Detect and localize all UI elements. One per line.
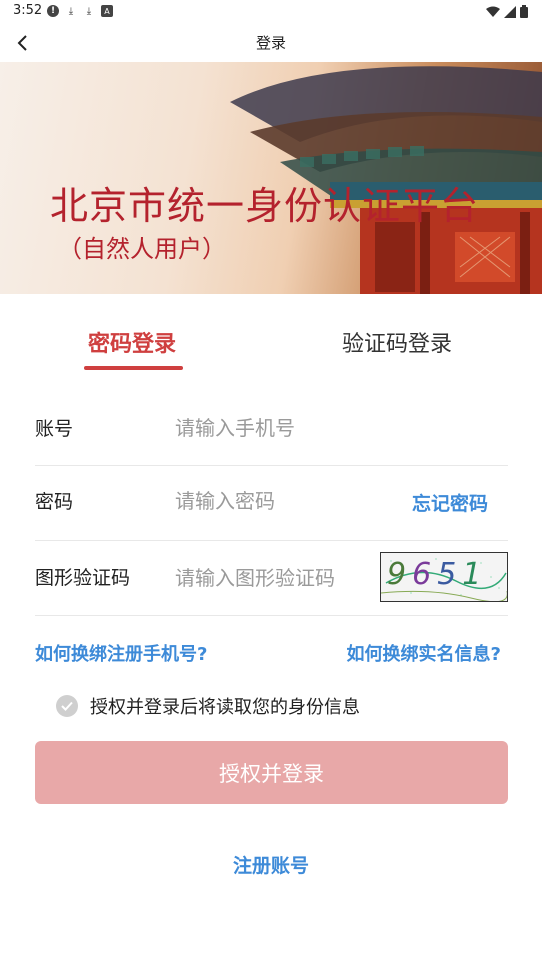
account-row: 账号 [35, 390, 508, 466]
captcha-char: 5 [437, 557, 463, 592]
captcha-char: 9 [387, 557, 413, 592]
alert-icon: ! [47, 5, 59, 17]
download-icon: ⤓ [68, 5, 74, 17]
status-system-icons [486, 5, 528, 18]
status-time: 3:52 [13, 3, 43, 18]
tab-password-login[interactable]: 密码登录 [88, 326, 176, 358]
captcha-row: 图形验证码 9651 [35, 540, 508, 616]
battery-icon [520, 5, 528, 18]
wifi-icon [486, 6, 500, 17]
app-bar: 登录 [0, 24, 542, 62]
captcha-char: 1 [462, 557, 488, 592]
app-notification-icon: A [101, 5, 113, 17]
captcha-text: 9651 [387, 557, 487, 592]
authorize-login-button[interactable]: 授权并登录 [35, 741, 508, 804]
consent-checkbox[interactable] [56, 695, 78, 717]
consent-row[interactable]: 授权并登录后将读取您的身份信息 [56, 693, 360, 719]
password-label: 密码 [35, 491, 74, 513]
signal-icon [504, 5, 516, 18]
rebind-phone-link[interactable]: 如何换绑注册手机号? [35, 640, 207, 666]
captcha-image[interactable]: 9651 [380, 552, 508, 602]
login-tabs: 密码登录 验证码登录 [0, 294, 542, 374]
tab-sms-code-login[interactable]: 验证码登录 [342, 326, 452, 358]
banner-title: 北京市统一身份认证平台 [50, 184, 480, 228]
password-row: 密码 忘记密码 [35, 465, 508, 541]
check-icon [61, 701, 73, 711]
account-label: 账号 [35, 418, 74, 440]
status-notification-icons: ! ⤓ ⤓ A [47, 5, 113, 17]
account-input[interactable] [173, 410, 407, 446]
forgot-password-link[interactable]: 忘记密码 [412, 489, 488, 516]
page-title: 登录 [255, 34, 286, 52]
banner-subtitle: （自然人用户） [58, 235, 226, 263]
captcha-label: 图形验证码 [35, 567, 131, 589]
active-tab-indicator [84, 366, 183, 370]
banner: 北京市统一身份认证平台 （自然人用户） [0, 62, 542, 294]
consent-text: 授权并登录后将读取您的身份信息 [90, 697, 360, 718]
status-bar: 3:52 ! ⤓ ⤓ A [0, 0, 542, 24]
register-account-link[interactable]: 注册账号 [0, 851, 542, 878]
download-icon: ⤓ [86, 5, 92, 17]
captcha-char: 6 [412, 557, 438, 592]
captcha-input[interactable] [173, 560, 367, 596]
rebind-realname-link[interactable]: 如何换绑实名信息? [347, 640, 501, 666]
password-input[interactable] [173, 483, 397, 519]
